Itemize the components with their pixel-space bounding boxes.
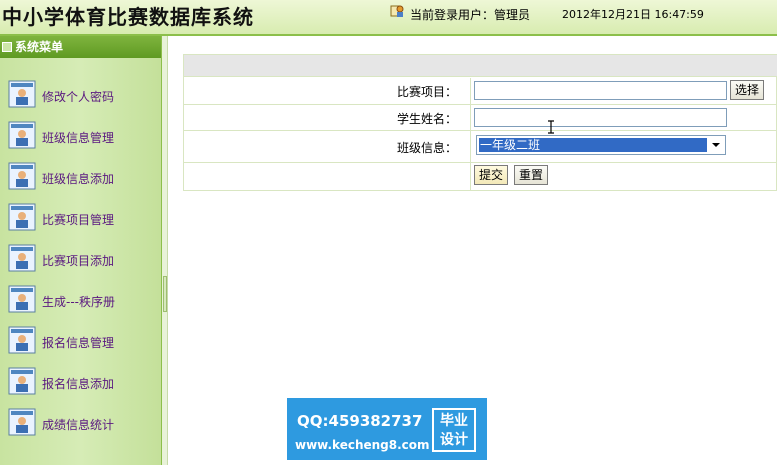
- row-student: 学生姓名：: [184, 105, 777, 131]
- user-card-icon: [8, 80, 36, 108]
- student-name-input[interactable]: [474, 108, 727, 127]
- submit-button[interactable]: 提交: [474, 165, 508, 185]
- watermark-site: www.kecheng8.com: [295, 438, 430, 452]
- sidebar-item-label: 报名信息添加: [42, 377, 115, 391]
- sidebar-item-event-add[interactable]: 比赛项目添加: [8, 244, 158, 276]
- user-card-icon: [8, 285, 36, 313]
- current-user-name: 管理员: [494, 8, 531, 22]
- sidebar-item-label: 修改个人密码: [42, 90, 115, 104]
- event-label: 比赛项目：: [184, 78, 471, 104]
- user-card-icon: [8, 244, 36, 272]
- choose-button[interactable]: 选择: [730, 80, 764, 100]
- current-user-label: 当前登录用户：: [410, 8, 495, 22]
- watermark-qq: QQ:459382737: [297, 412, 423, 430]
- sidebar-item-class-manage[interactable]: 班级信息管理: [8, 121, 158, 153]
- app-title: 中小学体育比赛数据库系统: [2, 5, 254, 29]
- chevron-down-icon[interactable]: [708, 137, 724, 153]
- watermark-tag-line1: 毕业: [440, 413, 468, 429]
- event-input[interactable]: [474, 81, 727, 100]
- watermark-tag-line2: 设计: [440, 432, 468, 448]
- student-cell: [472, 105, 777, 130]
- sidebar-item-generate-program[interactable]: 生成---秩序册: [8, 285, 158, 317]
- watermark-badge: QQ:459382737 www.kecheng8.com 毕业 设计: [287, 398, 487, 460]
- row-actions: 提交 重置: [184, 163, 777, 191]
- sidebar-item-class-add[interactable]: 班级信息添加: [8, 162, 158, 194]
- user-card-icon: [8, 162, 36, 190]
- form-header-band: [184, 55, 777, 77]
- menu-icon: [2, 42, 12, 52]
- signup-form: 比赛项目： 选择 学生姓名： 班级信息： 一年级二班 提交 重置: [183, 54, 777, 191]
- user-card-icon: [8, 326, 36, 354]
- sidebar-item-signup-add[interactable]: 报名信息添加: [8, 367, 158, 399]
- user-card-icon: [8, 121, 36, 149]
- sidebar-heading-label: 系统菜单: [15, 40, 64, 54]
- sidebar-item-label: 成绩信息统计: [42, 418, 115, 432]
- reset-button[interactable]: 重置: [514, 165, 548, 185]
- sidebar-item-score-stats[interactable]: 成绩信息统计: [8, 408, 158, 440]
- current-datetime: 2012年12月21日 16:47:59: [562, 8, 704, 21]
- sidebar-item-event-manage[interactable]: 比赛项目管理: [8, 203, 158, 235]
- sidebar: 系统菜单 修改个人密码 班级信息管理 班级信息添加 比赛项目管理 比赛项目添加 …: [0, 36, 162, 465]
- class-select-value: 一年级二班: [479, 138, 707, 152]
- sidebar-item-label: 班级信息管理: [42, 131, 115, 145]
- user-icon: [390, 5, 404, 17]
- user-card-icon: [8, 408, 36, 436]
- class-select[interactable]: 一年级二班: [476, 135, 726, 155]
- splitter-grip[interactable]: [163, 276, 167, 312]
- sidebar-item-label: 比赛项目添加: [42, 254, 115, 268]
- row-class: 班级信息： 一年级二班: [184, 131, 777, 163]
- text-cursor-icon: [548, 120, 554, 134]
- app-header: 中小学体育比赛数据库系统 当前登录用户： 管理员 2012年12月21日 16:…: [0, 0, 777, 36]
- student-label: 学生姓名：: [184, 105, 471, 130]
- user-card-icon: [8, 203, 36, 231]
- event-cell: 选择: [472, 78, 777, 104]
- class-label: 班级信息：: [184, 131, 471, 162]
- sidebar-item-label: 班级信息添加: [42, 172, 115, 186]
- user-card-icon: [8, 367, 36, 395]
- sidebar-item-change-password[interactable]: 修改个人密码: [8, 80, 158, 112]
- row-event: 比赛项目： 选择: [184, 78, 777, 105]
- sidebar-heading: 系统菜单: [0, 36, 161, 58]
- sidebar-item-label: 报名信息管理: [42, 336, 115, 350]
- sidebar-item-signup-manage[interactable]: 报名信息管理: [8, 326, 158, 358]
- sidebar-item-label: 生成---秩序册: [42, 295, 115, 309]
- actions-label-cell: [184, 163, 471, 191]
- sidebar-splitter[interactable]: [162, 36, 168, 465]
- actions-cell: 提交 重置: [472, 163, 777, 191]
- watermark-tag: 毕业 设计: [432, 408, 476, 452]
- class-cell: 一年级二班: [472, 131, 777, 162]
- sidebar-item-label: 比赛项目管理: [42, 213, 115, 227]
